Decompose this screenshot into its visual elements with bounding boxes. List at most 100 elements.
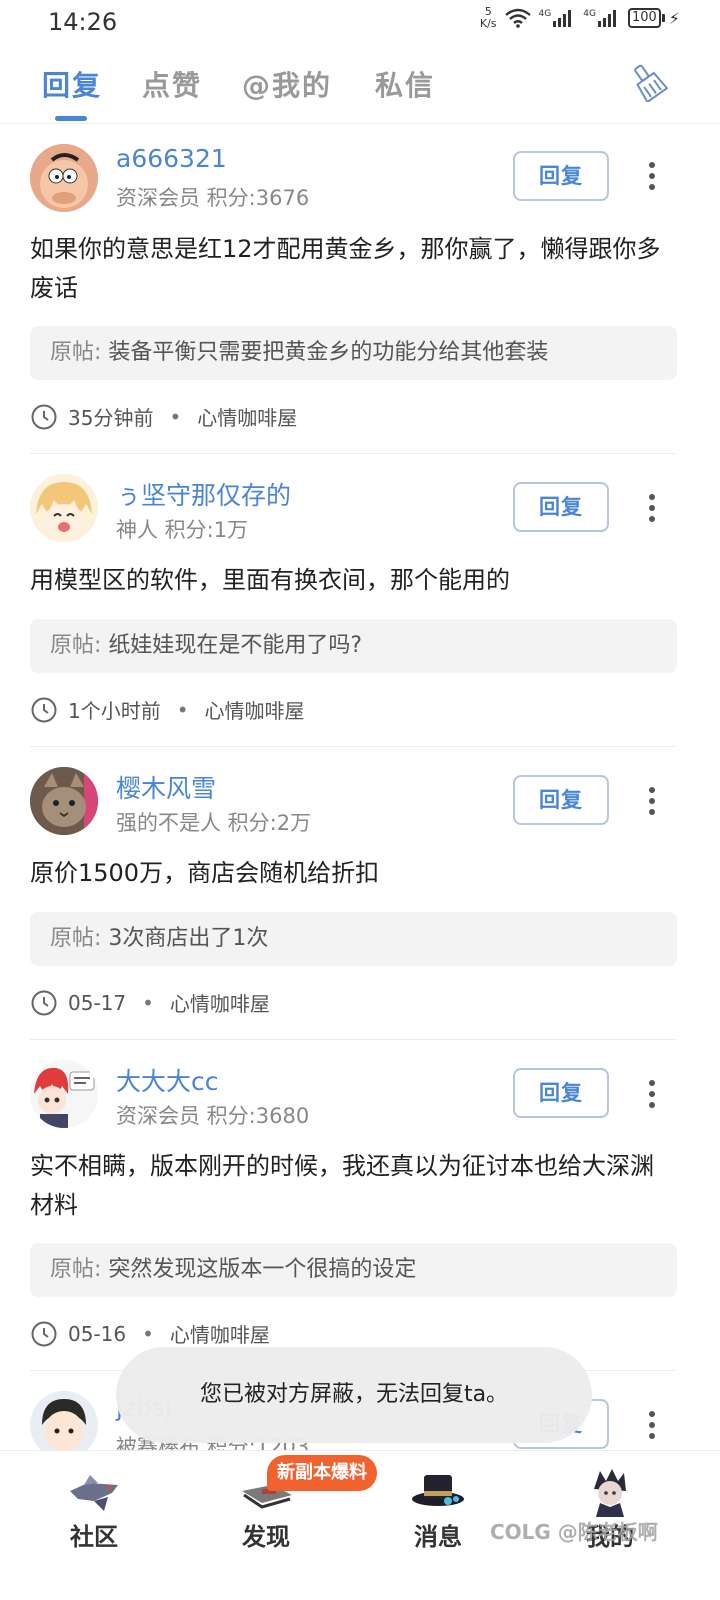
board-name[interactable]: 心情咖啡屋 — [197, 402, 297, 431]
network-type-2: 4G — [583, 9, 596, 19]
reply-content: 原价1500万，商店会随机给折扣 — [30, 859, 380, 887]
reply-footer: 35分钟前 • 心情咖啡屋 — [30, 402, 297, 431]
separator-dot: • — [142, 1321, 154, 1346]
profile-icon — [594, 1469, 626, 1517]
broom-icon[interactable] — [628, 62, 668, 102]
battery-level: 100 — [627, 8, 661, 28]
status-time: 14:26 — [48, 8, 118, 36]
original-post-quote[interactable]: 原帖: 突然发现这版本一个很搞的设定 — [30, 1243, 677, 1297]
username[interactable]: 大大大cc — [116, 1062, 219, 1098]
reply-time: 1个小时前 — [68, 699, 161, 723]
nav-label: 消息 — [414, 1523, 462, 1551]
clock-icon — [31, 697, 57, 722]
quote-label: 原帖: — [50, 340, 102, 365]
nav-messages[interactable]: 消息 — [378, 1451, 498, 1600]
charging-icon: ⚡ — [668, 8, 680, 28]
signal-2: 4G — [583, 9, 620, 27]
more-options-icon[interactable] — [640, 1074, 664, 1114]
reply-footer: 05-17 • 心情咖啡屋 — [30, 988, 270, 1017]
reply-card: ぅ坚守那仅存的 神人 积分:1万 回复 用模型区的软件，里面有换衣间，那个能用的… — [0, 454, 720, 747]
net-speed: 5 K/s — [480, 6, 497, 30]
reply-content: 如果你的意思是红12才配用黄金乡，那你赢了，懒得跟你多废话 — [30, 235, 661, 302]
avatar[interactable] — [30, 1060, 98, 1128]
reply-time: 35分钟前 — [68, 406, 154, 430]
signal-1: 4G — [539, 9, 576, 27]
network-type-1: 4G — [538, 9, 552, 19]
more-options-icon[interactable] — [640, 156, 664, 196]
avatar-image — [30, 144, 98, 212]
nav-label: 发现 — [242, 1523, 290, 1551]
quote-text: 纸娃娃现在是不能用了吗? — [108, 633, 363, 658]
quote-text: 3次商店出了1次 — [108, 926, 269, 951]
more-options-icon[interactable] — [640, 1405, 664, 1445]
avatar[interactable] — [30, 1391, 98, 1450]
separator-dot: • — [142, 990, 154, 1015]
username[interactable]: a666321 — [116, 144, 227, 173]
username[interactable]: ぅ坚守那仅存的 — [116, 476, 291, 512]
active-tab-indicator — [55, 116, 87, 121]
original-post-quote[interactable]: 原帖: 纸娃娃现在是不能用了吗? — [30, 619, 677, 673]
nav-community[interactable]: 社区 — [34, 1451, 154, 1600]
board-name[interactable]: 心情咖啡屋 — [205, 695, 305, 724]
more-options-icon[interactable] — [640, 781, 664, 821]
signal-icon — [597, 10, 616, 27]
tab-reply[interactable]: 回复 — [42, 64, 102, 104]
user-meta: 强的不是人 积分:2万 — [116, 811, 312, 835]
quote-label: 原帖: — [50, 1257, 102, 1282]
reply-time: 05-16 — [68, 1321, 127, 1346]
battery-tip — [661, 14, 665, 22]
user-meta: 神人 积分:1万 — [116, 518, 249, 542]
quote-text: 装备平衡只需要把黄金乡的功能分给其他套装 — [108, 340, 549, 365]
tab-mentions[interactable]: @我的 — [242, 64, 332, 104]
clock-icon — [31, 1321, 57, 1346]
more-options-icon[interactable] — [640, 488, 664, 528]
avatar[interactable] — [30, 474, 98, 542]
separator-dot: • — [176, 697, 189, 722]
reply-list: a666321 资深会员 积分:3676 回复 如果你的意思是红12才配用黄金乡… — [0, 124, 720, 1450]
reply-content: 实不相瞒，版本刚开的时候，我还真以为征讨本也给大深渊材料 — [30, 1152, 654, 1219]
nav-badge[interactable]: 新副本爆料 — [267, 1455, 377, 1491]
status-icons: 5 K/s 4G 4G 100 ⚡ — [480, 6, 680, 30]
reply-button[interactable]: 回复 — [513, 1068, 609, 1118]
reply-button[interactable]: 回复 — [513, 151, 609, 201]
status-bar: 14:26 5 K/s 4G 4G 100 ⚡ — [0, 0, 720, 44]
separator-dot: • — [169, 404, 182, 429]
battery-icon: 100 ⚡ — [627, 8, 680, 28]
reply-card: a666321 资深会员 积分:3676 回复 如果你的意思是红12才配用黄金乡… — [0, 124, 720, 454]
avatar[interactable] — [30, 144, 98, 212]
avatar-image — [30, 1391, 98, 1450]
community-icon — [70, 1475, 118, 1511]
board-name[interactable]: 心情咖啡屋 — [170, 1319, 270, 1348]
reply-time: 05-17 — [68, 990, 127, 1015]
user-meta: 资深会员 积分:3680 — [116, 1104, 310, 1128]
tab-likes[interactable]: 点赞 — [142, 64, 202, 104]
avatar-image — [30, 474, 98, 542]
message-tabs: 回复 点赞 @我的 私信 — [0, 52, 720, 124]
nav-label: 社区 — [70, 1523, 118, 1551]
original-post-quote[interactable]: 原帖: 装备平衡只需要把黄金乡的功能分给其他套装 — [30, 326, 677, 380]
messages-icon — [412, 1475, 464, 1506]
user-meta: 资深会员 积分:3676 — [116, 186, 310, 210]
avatar-image — [30, 1060, 98, 1128]
watermark: COLG @陈老板啊 — [490, 1520, 658, 1544]
avatar[interactable] — [30, 767, 98, 835]
avatar-image — [30, 767, 98, 835]
reply-content: 用模型区的软件，里面有换衣间，那个能用的 — [30, 566, 510, 594]
quote-label: 原帖: — [50, 926, 102, 951]
board-name[interactable]: 心情咖啡屋 — [170, 988, 270, 1017]
original-post-quote[interactable]: 原帖: 3次商店出了1次 — [30, 912, 677, 966]
quote-label: 原帖: — [50, 633, 102, 658]
reply-button[interactable]: 回复 — [513, 775, 609, 825]
tab-private-messages[interactable]: 私信 — [375, 64, 435, 104]
clock-icon — [31, 404, 57, 429]
reply-button[interactable]: 回复 — [513, 482, 609, 532]
signal-icon — [553, 10, 572, 27]
reply-card: 樱木风雪 强的不是人 积分:2万 回复 原价1500万，商店会随机给折扣 原帖:… — [0, 747, 720, 1040]
reply-footer: 1个小时前 • 心情咖啡屋 — [30, 695, 305, 724]
blocked-toast: 您已被对方屏蔽，无法回复ta。 — [116, 1347, 592, 1443]
reply-footer: 05-16 • 心情咖啡屋 — [30, 1319, 270, 1348]
reply-card: 大大大cc 资深会员 积分:3680 回复 实不相瞒，版本刚开的时候，我还真以为… — [0, 1040, 720, 1371]
username[interactable]: 樱木风雪 — [116, 769, 216, 805]
wifi-icon — [504, 8, 531, 28]
clock-icon — [31, 990, 57, 1015]
